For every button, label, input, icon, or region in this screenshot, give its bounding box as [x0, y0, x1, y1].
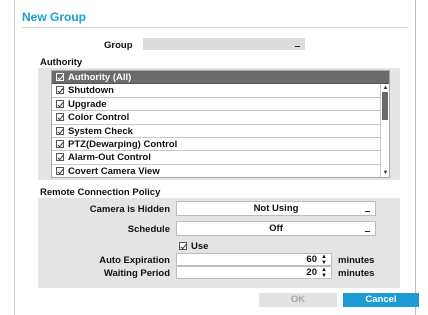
dropdown-underscore-icon [365, 211, 370, 212]
spin-down-icon[interactable]: ▼ [321, 273, 327, 279]
authority-item-color-control[interactable]: Color Control [52, 111, 389, 125]
group-label: Group [104, 40, 133, 51]
authority-item-system-check[interactable]: System Check [52, 124, 389, 138]
waiting-period-unit: minutes [338, 268, 375, 279]
authority-item-ptz-control[interactable]: PTZ(Dewarping) Control [52, 137, 389, 152]
checkbox-icon[interactable] [56, 73, 64, 81]
authority-scrollbar[interactable]: ▲ ▼ [380, 84, 389, 177]
use-checkbox[interactable] [179, 242, 187, 250]
schedule-value: Off [269, 223, 283, 234]
camera-hidden-value: Not Using [253, 203, 299, 214]
cancel-button[interactable]: Cancel [343, 293, 419, 307]
new-group-dialog: New Group Group Authority Authority (All… [0, 0, 416, 315]
checkbox-icon[interactable] [56, 166, 64, 175]
scroll-down-icon[interactable]: ▼ [381, 169, 390, 177]
checkbox-icon[interactable] [56, 99, 64, 108]
group-name-input[interactable] [143, 38, 305, 50]
authority-item-all[interactable]: Authority (All) [52, 71, 389, 85]
checkbox-icon[interactable] [56, 86, 64, 95]
ok-button[interactable]: OK [259, 293, 337, 307]
dialog-left-border [14, 0, 15, 315]
checkbox-icon[interactable] [56, 153, 64, 162]
checkbox-icon[interactable] [56, 126, 64, 135]
schedule-dropdown[interactable]: Off [176, 221, 376, 236]
scrollbar-thumb[interactable] [382, 92, 388, 120]
authority-item-alarm-out[interactable]: Alarm-Out Control [52, 151, 389, 165]
dropdown-underscore-icon [365, 231, 370, 232]
auto-expiration-label: Auto Expiration [99, 255, 170, 266]
scroll-up-icon[interactable]: ▲ [381, 84, 390, 92]
checkbox-icon[interactable] [56, 113, 64, 122]
remote-policy-section-title: Remote Connection Policy [40, 187, 161, 198]
camera-hidden-dropdown[interactable]: Not Using [176, 201, 376, 216]
camera-hidden-label: Camera is Hidden [89, 204, 170, 215]
auto-expiration-unit: minutes [338, 255, 375, 266]
authority-list: Authority (All) Shutdown Upgrade Color C… [51, 70, 390, 178]
waiting-period-spinner[interactable]: 20 ▲ ▼ [176, 266, 332, 279]
schedule-label: Schedule [127, 224, 170, 235]
checkbox-icon[interactable] [56, 139, 64, 148]
authority-item-upgrade[interactable]: Upgrade [52, 97, 389, 112]
auto-expiration-value: 60 [306, 254, 317, 265]
use-label: Use [191, 241, 209, 252]
waiting-period-value: 20 [306, 267, 317, 278]
authority-section-title: Authority [40, 57, 83, 68]
auto-expiration-spinner[interactable]: 60 ▲ ▼ [176, 253, 332, 266]
title-divider [22, 27, 408, 28]
authority-item-shutdown[interactable]: Shutdown [52, 84, 389, 98]
dialog-title: New Group [22, 10, 87, 24]
waiting-period-label: Waiting Period [103, 268, 170, 279]
input-underscore-icon [295, 46, 300, 47]
authority-item-covert-camera[interactable]: Covert Camera View [52, 164, 389, 177]
